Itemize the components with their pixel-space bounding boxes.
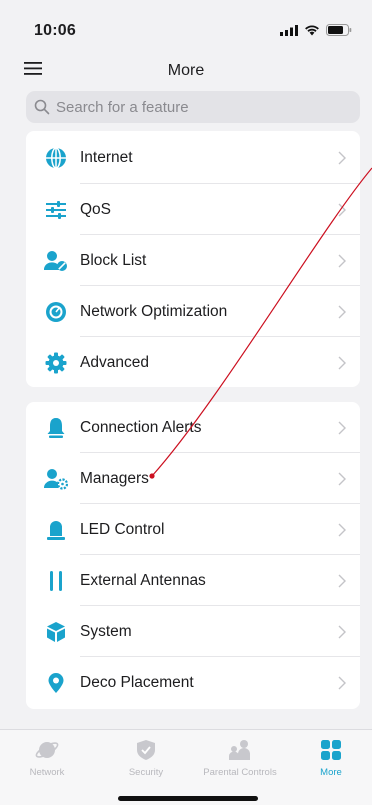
chevron-right-icon [338, 676, 346, 690]
tab-network[interactable]: Network [7, 738, 87, 778]
menu-item-led-control[interactable]: LED Control [26, 504, 360, 555]
planet-icon [7, 738, 87, 762]
search-icon [34, 99, 50, 115]
menu-item-internet[interactable]: Internet [26, 131, 360, 184]
menu-item-label: Advanced [80, 353, 149, 371]
status-bar: 10:06 [0, 0, 372, 58]
tab-label: More [320, 767, 342, 778]
settings-group-system: Connection Alerts Managers LED Control E… [26, 402, 360, 709]
menu-item-label: Network Optimization [80, 302, 228, 320]
menu-item-label: QoS [80, 200, 112, 218]
page-title: More [167, 62, 205, 79]
chevron-right-icon [338, 625, 346, 639]
menu-item-deco-placement[interactable]: Deco Placement [26, 657, 360, 708]
bell-icon [44, 416, 68, 440]
menu-item-label: External Antennas [80, 571, 206, 589]
tab-parental-controls[interactable]: Parental Controls [200, 738, 280, 778]
tab-more[interactable]: More [291, 738, 371, 778]
chevron-right-icon [338, 472, 346, 486]
menu-item-advanced[interactable]: Advanced [26, 337, 360, 387]
chevron-right-icon [338, 356, 346, 370]
tab-label: Network [29, 767, 65, 778]
chevron-right-icon [338, 421, 346, 435]
optimization-icon [44, 300, 68, 324]
menu-item-label: Managers [80, 469, 149, 487]
tab-label: Parental Controls [203, 767, 277, 778]
menu-item-label: LED Control [80, 520, 165, 538]
menu-item-label: Deco Placement [80, 673, 194, 691]
chevron-right-icon [338, 203, 346, 217]
chevron-right-icon [338, 305, 346, 319]
status-icons [280, 24, 352, 36]
family-icon [200, 738, 280, 762]
cube-icon [44, 620, 68, 644]
globe-icon [44, 146, 68, 170]
status-time: 10:06 [34, 22, 76, 39]
wifi-icon [305, 25, 319, 36]
menu-item-system[interactable]: System [26, 606, 360, 657]
user-gear-icon [44, 467, 68, 491]
sliders-icon [44, 198, 68, 222]
tab-security[interactable]: Security [106, 738, 186, 778]
cellular-signal-icon [280, 24, 298, 36]
menu-item-connection-alerts[interactable]: Connection Alerts [26, 402, 360, 453]
gear-icon [44, 351, 68, 375]
location-pin-icon [44, 671, 68, 695]
chevron-right-icon [338, 254, 346, 268]
settings-group-network: Internet QoS Block List Network Optimiza… [26, 131, 360, 387]
antennas-icon [44, 569, 68, 593]
shield-check-icon [106, 738, 186, 762]
grid-icon [291, 738, 371, 762]
bottom-tab-bar: Network Security Parental Controls More [0, 729, 372, 805]
menu-item-external-antennas[interactable]: External Antennas [26, 555, 360, 606]
battery-icon [326, 24, 352, 36]
search-input[interactable] [54, 97, 360, 117]
menu-item-network-optimization[interactable]: Network Optimization [26, 286, 360, 337]
menu-item-block-list[interactable]: Block List [26, 235, 360, 286]
menu-item-label: Block List [80, 251, 147, 269]
menu-item-label: Internet [80, 148, 133, 166]
chevron-right-icon [338, 523, 346, 537]
nav-bar: More [0, 58, 372, 86]
menu-item-managers[interactable]: Managers [26, 453, 360, 504]
menu-item-qos[interactable]: QoS [26, 184, 360, 235]
menu-item-label: Connection Alerts [80, 418, 202, 436]
led-lamp-icon [44, 518, 68, 542]
tab-label: Security [128, 767, 164, 778]
home-indicator [118, 796, 258, 801]
search-box[interactable] [26, 91, 360, 123]
chevron-right-icon [338, 574, 346, 588]
menu-item-label: System [80, 622, 132, 640]
user-block-icon [44, 249, 68, 273]
chevron-right-icon [338, 151, 346, 165]
